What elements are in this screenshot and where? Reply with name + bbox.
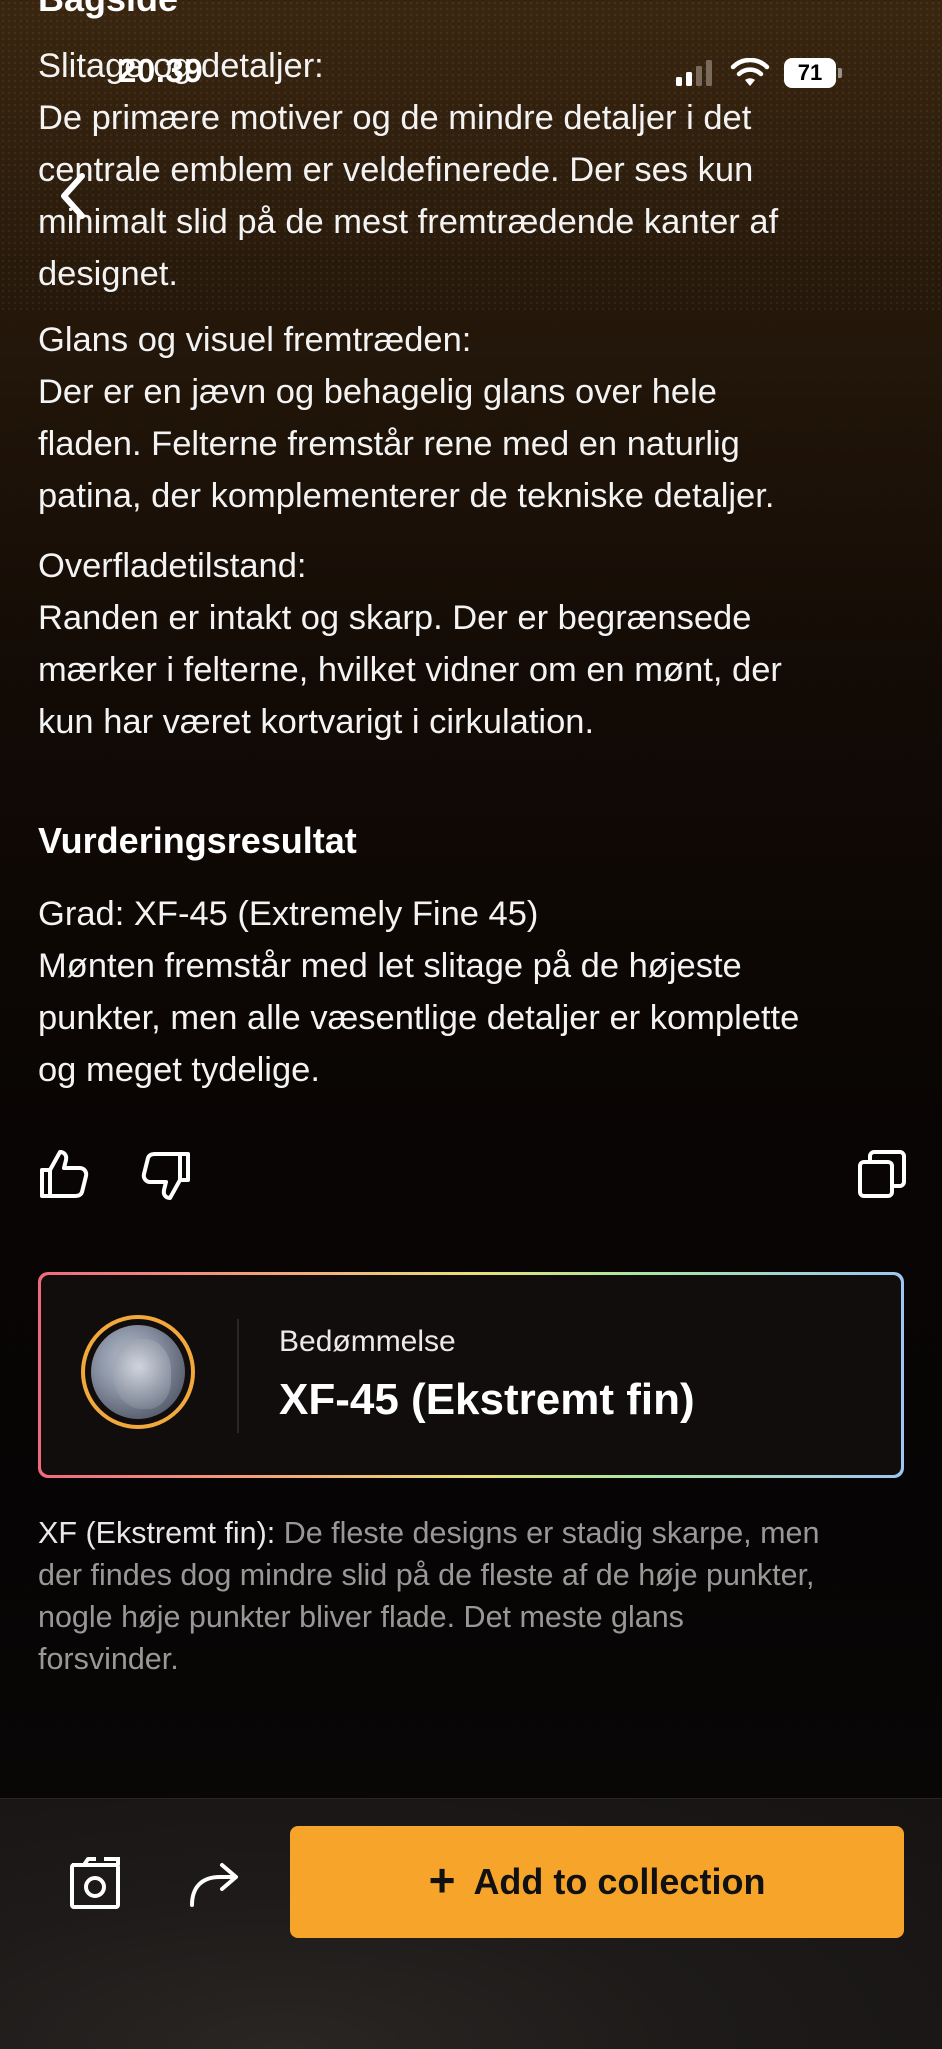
result-title: Vurderingsresultat: [38, 820, 357, 861]
thumbs-down-button[interactable]: [138, 1148, 194, 1204]
battery-icon: 71: [784, 58, 836, 88]
explanation-text: De fleste designs er stadig skarpe, men: [275, 1516, 820, 1550]
paragraph-line: og meget tydelige.: [38, 1051, 320, 1089]
paragraph-line: Mønten fremstår med let slitage på de hø…: [38, 947, 742, 985]
wifi-icon: [730, 58, 770, 86]
paragraph-line: designet.: [38, 255, 179, 293]
surface-paragraph: Overfladetilstand: Randen er intakt og s…: [38, 540, 908, 748]
battery-tip: [838, 68, 842, 78]
back-button[interactable]: [52, 166, 92, 226]
status-time: 20.39: [118, 52, 204, 89]
paragraph-line: mærker i felterne, hvilket vidner om en …: [38, 651, 782, 689]
paragraph-line: patina, der komplementerer de tekniske d…: [38, 477, 775, 515]
coin-portrait: [113, 1339, 171, 1409]
explanation-line: der findes dog mindre slid på de fleste …: [38, 1558, 815, 1592]
explanation-term: XF (Ekstremt fin):: [38, 1516, 276, 1550]
cellular-signal-icon: [676, 60, 712, 86]
add-to-collection-label: Add to collection: [473, 1861, 766, 1902]
paragraph-line: kun har været kortvarigt i cirkulation.: [38, 703, 595, 741]
paragraph-line: Overfladetilstand:: [38, 547, 307, 585]
grade-label: Bedømmelse: [279, 1325, 456, 1358]
camera-icon: [70, 1857, 120, 1909]
thumbs-up-icon: [40, 1150, 89, 1198]
paragraph-line: fladen. Felterne fremstår rene med en na…: [38, 425, 740, 463]
explanation-line: forsvinder.: [38, 1642, 179, 1676]
explanation-line: XF (Ekstremt fin): De fleste designs er …: [38, 1512, 908, 1554]
paragraph-line: Randen er intakt og skarp. Der er begræn…: [38, 599, 752, 637]
paragraph-line: De primære motiver og de mindre detaljer…: [38, 99, 752, 137]
paragraph-line: punkter, men alle væsentlige detaljer er…: [38, 999, 800, 1037]
grade-value: XF-45 (Ekstremt fin): [279, 1375, 695, 1424]
paragraph-line: centrale emblem er veldefinerede. Der se…: [38, 151, 754, 189]
grade-card[interactable]: Bedømmelse XF-45 (Ekstremt fin): [38, 1272, 904, 1478]
luster-paragraph: Glans og visuel fremtræden: Der er en jæ…: [38, 314, 908, 522]
coin-thumbnail: [81, 1315, 195, 1429]
copy-button[interactable]: [854, 1146, 910, 1202]
paragraph-line: minimalt slid på de mest fremtrædende ka…: [38, 203, 779, 241]
thumbs-up-button[interactable]: [36, 1146, 92, 1202]
paragraph-line: Der er en jævn og behagelig glans over h…: [38, 373, 717, 411]
share-button[interactable]: [184, 1853, 244, 1913]
share-arrow-icon: [190, 1863, 238, 1907]
card-divider: [237, 1319, 239, 1433]
camera-button[interactable]: [66, 1853, 126, 1913]
coin-image: [91, 1325, 185, 1419]
chevron-left-icon: [61, 173, 85, 219]
result-paragraph: Grad: XF-45 (Extremely Fine 45) Mønten f…: [38, 888, 908, 1096]
explanation-line: nogle høje punkter bliver flade. Det mes…: [38, 1600, 684, 1634]
grade-card-body: Bedømmelse XF-45 (Ekstremt fin): [41, 1275, 901, 1475]
paragraph-line: Grad: XF-45 (Extremely Fine 45): [38, 895, 539, 933]
bottom-action-bar: + Add to collection: [0, 1798, 942, 2049]
grade-explanation: XF (Ekstremt fin): De fleste designs er …: [38, 1512, 908, 1680]
section-heading-partial: Bagside: [38, 0, 178, 20]
battery-indicator: 71: [784, 58, 842, 88]
status-icons: 71: [676, 58, 842, 88]
copy-icon: [858, 1150, 906, 1198]
paragraph-line: Glans og visuel fremtræden:: [38, 321, 472, 359]
add-to-collection-button[interactable]: + Add to collection: [290, 1826, 904, 1938]
plus-icon: +: [428, 1854, 456, 1906]
thumbs-down-icon: [141, 1152, 190, 1200]
